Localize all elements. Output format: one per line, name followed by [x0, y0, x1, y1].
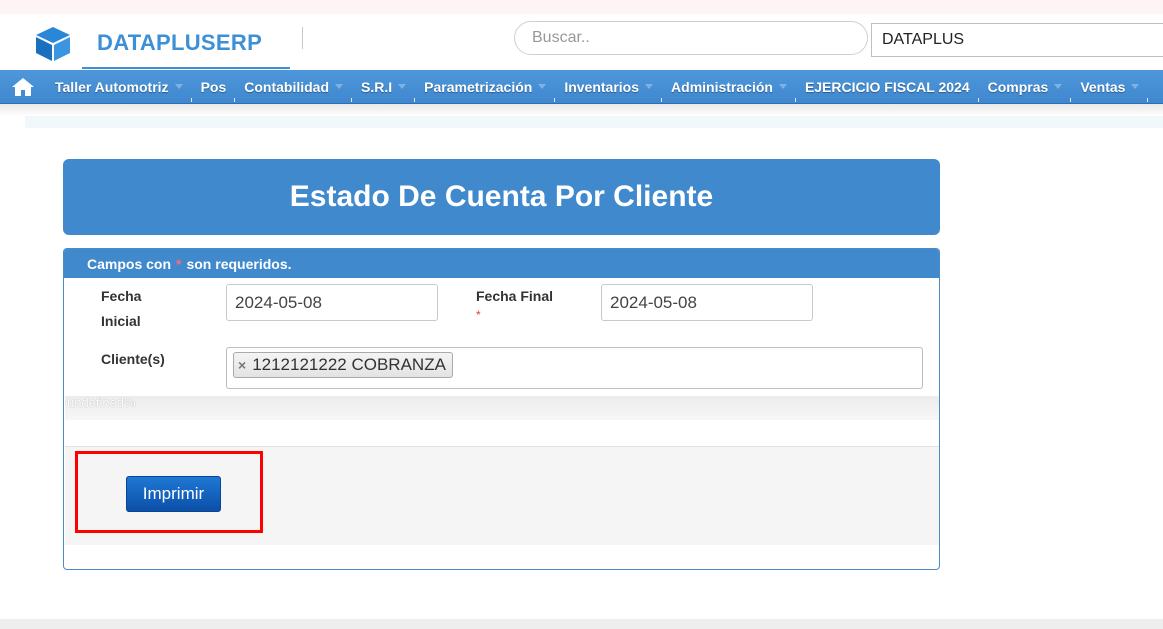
- hint-text: undefined%: [67, 395, 136, 410]
- nav-label: Administración: [671, 78, 773, 95]
- top-strip: [0, 0, 1163, 14]
- fecha-inicial-input[interactable]: [226, 284, 438, 321]
- fecha-inicial-label: Fecha Inicial: [101, 284, 141, 334]
- caret-down-icon: [174, 84, 183, 89]
- main-nav: Taller Automotriz Pos Contabilidad S.R.I…: [0, 70, 1163, 104]
- hint-row: undefined%: [65, 396, 939, 420]
- fecha-inicial-label-line1: Fecha: [101, 288, 142, 304]
- cliente-multiselect[interactable]: × 1212121222 COBRANZA: [226, 347, 923, 389]
- search-input[interactable]: [514, 21, 868, 55]
- required-mark: *: [176, 255, 182, 272]
- brand-name[interactable]: DATAPLUSERP: [97, 30, 262, 56]
- nav-label: Taller Automotriz: [55, 78, 169, 95]
- fecha-final-input[interactable]: [601, 284, 813, 321]
- nav-label: EJERCICIO FISCAL 2024: [804, 78, 970, 95]
- nav-home[interactable]: [0, 70, 46, 103]
- nav-label: Pos: [200, 78, 227, 95]
- page-title-banner: Estado De Cuenta Por Cliente: [63, 159, 940, 235]
- nav-taller-automotriz[interactable]: Taller Automotriz: [46, 70, 192, 103]
- required-note: Campos con * son requeridos.: [64, 249, 939, 278]
- nav-ventas[interactable]: Ventas: [1071, 70, 1149, 103]
- print-button[interactable]: Imprimir: [126, 476, 221, 512]
- bottom-strip: [0, 619, 1163, 629]
- page-title: Estado De Cuenta Por Cliente: [289, 180, 714, 213]
- brand-underline: [82, 67, 290, 69]
- fecha-final-label-text: Fecha Final: [476, 288, 554, 304]
- remove-chip-icon[interactable]: ×: [238, 357, 246, 373]
- nav-contabilidad[interactable]: Contabilidad: [235, 70, 352, 103]
- header-divider: [302, 27, 303, 49]
- caret-down-icon: [538, 84, 547, 89]
- sub-bar: [25, 116, 1163, 128]
- fecha-final-label: Fecha Final *: [476, 284, 553, 321]
- cliente-chip-label: 1212121222 COBRANZA: [252, 355, 446, 374]
- caret-down-icon: [1054, 84, 1063, 89]
- nav-label: Inventarios: [564, 78, 640, 95]
- nav-label: Compras: [987, 78, 1049, 95]
- fecha-inicial-label-line2: Inicial: [101, 313, 141, 329]
- app-header: DATAPLUSERP: [0, 14, 1163, 70]
- caret-down-icon: [398, 84, 407, 89]
- nav-parametrizacion[interactable]: Parametrización: [415, 70, 556, 103]
- nav-label: S.R.I: [361, 78, 393, 95]
- fecha-final-required-mark: *: [476, 308, 481, 322]
- nav-compras[interactable]: Compras: [979, 70, 1072, 103]
- nav-shadow: [0, 104, 1163, 116]
- nav-administracion[interactable]: Administración: [662, 70, 796, 103]
- nav-pos[interactable]: Pos: [192, 70, 236, 103]
- nav-sri[interactable]: S.R.I: [352, 70, 416, 103]
- nav-ejercicio-fiscal[interactable]: EJERCICIO FISCAL 2024: [796, 70, 979, 103]
- required-note-prefix: Campos con: [87, 255, 172, 272]
- required-note-suffix: son requeridos.: [186, 255, 292, 272]
- cliente-chip: × 1212121222 COBRANZA: [233, 352, 453, 378]
- caret-down-icon: [335, 84, 344, 89]
- caret-down-icon: [645, 84, 654, 89]
- cliente-label: Cliente(s): [101, 351, 165, 367]
- caret-down-icon: [1131, 84, 1140, 89]
- nav-label: Contabilidad: [244, 78, 330, 95]
- company-selector[interactable]: [871, 23, 1163, 57]
- nav-label: Ventas: [1080, 78, 1126, 95]
- nav-label: Parametrización: [424, 78, 533, 95]
- home-icon: [12, 77, 34, 96]
- nav-inventarios[interactable]: Inventarios: [555, 70, 662, 103]
- caret-down-icon: [778, 84, 787, 89]
- cube-logo-icon[interactable]: [33, 25, 73, 63]
